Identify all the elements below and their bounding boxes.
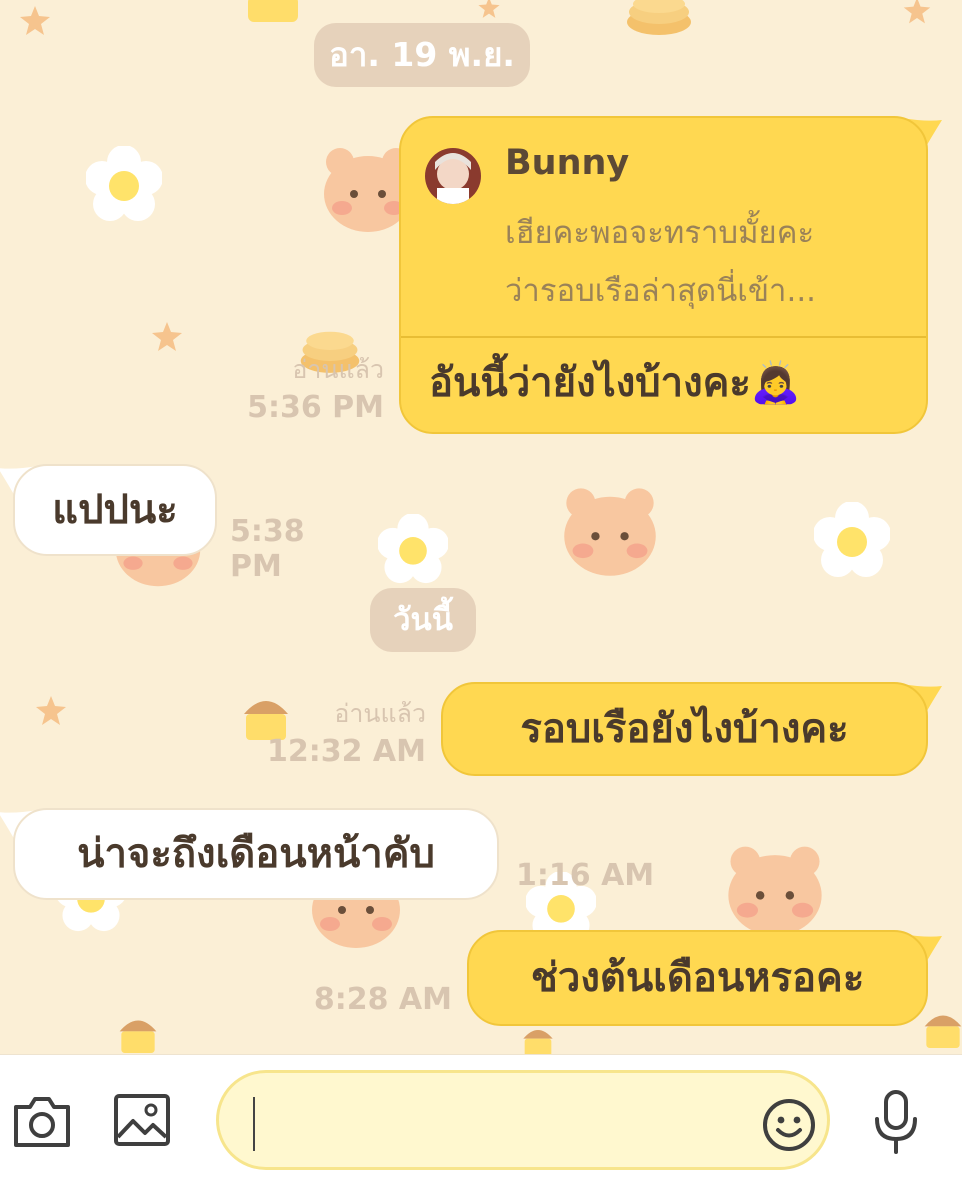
message-bubble-outgoing[interactable]: Bunny เฮียคะพอจะทราบมั้ยคะ ว่ารอบเรือล่า… <box>399 116 928 434</box>
read-receipt: อ่านแล้ว <box>292 355 384 384</box>
wallpaper-flower-icon <box>378 514 448 584</box>
message-text: ช่วงต้นเดือนหรอคะ <box>530 955 865 1001</box>
wallpaper-star-icon <box>20 6 50 35</box>
avatar <box>425 148 481 204</box>
read-receipt: อ่านแล้ว <box>334 699 426 728</box>
message-bubble-outgoing[interactable]: ช่วงต้นเดือนหรอคะ <box>467 930 928 1026</box>
wallpaper-star-icon <box>903 0 931 24</box>
wallpaper-muffin-icon <box>248 0 298 22</box>
message-meta: 5:38 PM <box>230 514 360 584</box>
wallpaper-flower-icon <box>86 146 162 221</box>
wallpaper-star-icon <box>36 696 66 725</box>
message-meta: อ่านแล้ว 5:36 PM <box>200 350 384 425</box>
chat-area[interactable]: อา. 19 พ.ย. Bunny เฮียคะพอจะทราบมั้ยคะ ว… <box>0 0 962 1054</box>
message-text: น่าจะถึงเดือนหน้าคับ <box>77 831 435 877</box>
wallpaper-muffin-icon <box>924 1015 962 1048</box>
text-caret <box>253 1097 255 1151</box>
message-time: 5:36 PM <box>247 390 384 425</box>
message-meta: 8:28 AM <box>300 982 452 1017</box>
message-input[interactable] <box>216 1070 830 1170</box>
message-time: 1:16 AM <box>516 858 655 893</box>
message-time: 12:32 AM <box>266 734 426 769</box>
image-icon[interactable] <box>113 1091 171 1149</box>
wallpaper-muffin-icon <box>119 1020 157 1053</box>
message-time: 8:28 AM <box>313 982 452 1017</box>
message-text: รอบเรือยังไงบ้างคะ <box>520 706 849 752</box>
wallpaper-pancake-icon <box>627 0 691 35</box>
message-bubble-outgoing[interactable]: รอบเรือยังไงบ้างคะ <box>441 682 928 776</box>
microphone-icon[interactable] <box>870 1089 922 1155</box>
message-bubble-incoming[interactable]: แปปนะ <box>13 464 217 556</box>
message-meta: 1:16 AM <box>516 858 656 893</box>
smiley-icon[interactable] <box>761 1097 817 1153</box>
message-meta: อ่านแล้ว 12:32 AM <box>266 694 426 769</box>
message-time: 5:38 PM <box>230 514 305 584</box>
message-text: อันนี้ว่ายังไงบ้างคะ🙇‍♀️ <box>429 360 801 406</box>
wallpaper-star-icon <box>478 0 500 18</box>
wallpaper-bear-icon <box>564 488 656 576</box>
wallpaper-bear-icon <box>728 846 822 936</box>
wallpaper-star-icon <box>152 322 182 351</box>
camera-icon[interactable] <box>12 1093 72 1149</box>
reply-preview-text: เฮียคะพอจะทราบมั้ยคะ ว่ารอบเรือล่าสุดนี่… <box>505 215 817 309</box>
composer-bar <box>0 1054 962 1190</box>
message-text: แปปนะ <box>52 487 178 533</box>
bowing-person-emoji-icon: 🙇‍♀️ <box>750 360 801 406</box>
reply-quote[interactable]: Bunny เฮียคะพอจะทราบมั้ยคะ ว่ารอบเรือล่า… <box>401 118 926 338</box>
date-separator: วันนี้ <box>370 588 476 652</box>
wallpaper-flower-icon <box>814 502 890 577</box>
reply-sender-name: Bunny <box>505 143 630 183</box>
message-bubble-incoming[interactable]: น่าจะถึงเดือนหน้าคับ <box>13 808 499 900</box>
date-separator: อา. 19 พ.ย. <box>314 23 530 87</box>
